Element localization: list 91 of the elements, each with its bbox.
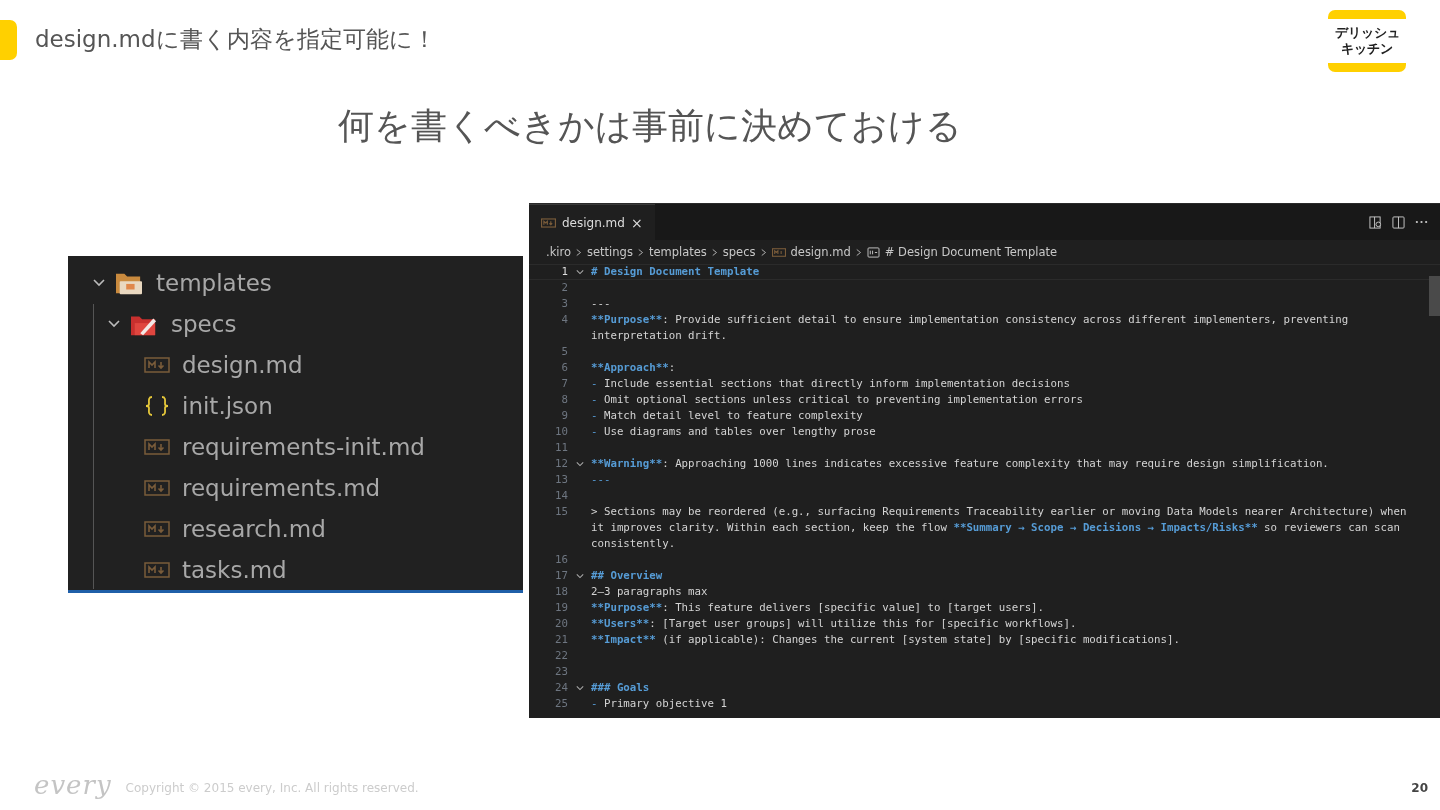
preview-icon[interactable]: [1369, 215, 1382, 229]
line-number: 14: [554, 488, 568, 505]
breadcrumb-item[interactable]: design.md: [790, 245, 851, 260]
tree-item[interactable]: specs: [171, 310, 237, 337]
code-line: 2–3 paragraphs max: [591, 584, 709, 601]
line-number: 2: [560, 280, 568, 297]
line-number: 12: [554, 456, 568, 473]
code-line: ---: [591, 472, 612, 489]
code-line: interpretation drift.: [591, 328, 728, 345]
line-number: 21: [554, 632, 568, 649]
heading-accent-bar: [0, 20, 17, 60]
line-number: 6: [560, 360, 568, 377]
breadcrumb-item[interactable]: # Design Document Template: [884, 245, 1058, 260]
line-number: 8: [560, 392, 568, 409]
line-number: 22: [554, 648, 568, 665]
editor-tab[interactable]: design.md ×: [529, 204, 655, 241]
line-number: 5: [560, 344, 568, 361]
code-line: - Use diagrams and tables over lengthy prose: [591, 424, 877, 441]
scrollbar-thumb[interactable]: [1429, 276, 1440, 317]
chevron-down-icon[interactable]: [575, 684, 584, 693]
split-editor-icon[interactable]: [1392, 215, 1405, 229]
code-line: > Sections may be reordered (e.g., surfacing Requirements Traceability earlier or moving Data Models nearer Architecture) when: [591, 504, 1408, 521]
slide-heading: design.mdに書く内容を指定可能に！: [35, 25, 437, 54]
line-number: 24: [554, 680, 568, 697]
tree-item[interactable]: design.md: [182, 351, 303, 378]
code-line: it improves clarity. Within each section, keep the flow **Summary → Scope → Decisions → Impacts/Risks** so reviewers can scan: [591, 520, 1401, 537]
braces-icon: [144, 394, 170, 417]
line-number: 15: [554, 504, 568, 521]
chevron-right-icon: [855, 247, 862, 257]
breadcrumb-item[interactable]: settings: [587, 245, 633, 260]
line-number: 7: [560, 376, 568, 393]
chevron-down-icon[interactable]: [575, 460, 584, 469]
breadcrumb-item[interactable]: specs: [722, 245, 756, 260]
markdown-icon: [144, 479, 170, 496]
code-line: - Omit optional sections unless critical to preventing implementation errors: [591, 392, 1084, 409]
markdown-icon: [144, 520, 170, 537]
code-line: - Include essential sections that directly inform implementation decisions: [591, 376, 1071, 393]
markdown-icon: [541, 217, 556, 228]
breadcrumb-item[interactable]: .kiro: [546, 245, 572, 260]
code-line: **Users**: [Target user groups] will utilize this for [specific workflows].: [591, 616, 1078, 633]
footer-logo: every: [34, 770, 112, 800]
chevron-right-icon: [711, 247, 718, 257]
tree-item[interactable]: requirements.md: [182, 474, 381, 501]
chevron-down-icon[interactable]: [575, 572, 584, 581]
markdown-icon: [771, 247, 786, 257]
close-button[interactable]: ×: [630, 214, 643, 231]
more-icon[interactable]: [1415, 220, 1428, 225]
line-number: 13: [554, 472, 568, 489]
page-number: 20: [1411, 781, 1428, 795]
tree-item[interactable]: templates: [156, 269, 272, 296]
code-line: **Impact** (if applicable): Changes the current [system state] by [specific modifications].: [591, 632, 1181, 649]
code-line: ## Overview: [591, 568, 664, 585]
line-number: 4: [560, 312, 568, 329]
line-number: 10: [554, 424, 568, 441]
line-number: 23: [554, 664, 568, 681]
tree-item[interactable]: tasks.md: [182, 556, 287, 583]
markdown-icon: [144, 438, 170, 455]
code-line: **Approach**:: [591, 360, 677, 377]
chevron-down-icon[interactable]: [575, 268, 584, 277]
code-line: ### Goals: [591, 680, 651, 697]
tree-item[interactable]: research.md: [182, 515, 326, 542]
chevron-right-icon: [760, 247, 767, 257]
code-line: ---: [591, 296, 612, 313]
markdown-icon: [144, 561, 170, 578]
line-number: 20: [554, 616, 568, 633]
line-number: 9: [560, 408, 568, 425]
chevron-right-icon: [637, 247, 644, 257]
slide-subtitle: 何を書くべきかは事前に決めておける: [337, 104, 963, 148]
line-number: 11: [554, 440, 568, 457]
code-line: - Primary objective 1: [591, 696, 728, 713]
tree-item[interactable]: requirements-init.md: [182, 433, 425, 460]
markdown-icon: [144, 356, 170, 373]
code-line: - Match detail level to feature complexity: [591, 408, 864, 425]
line-number: 17: [554, 568, 568, 585]
code-line: **Purpose**: This feature delivers [specific value] to [target users].: [591, 600, 1046, 617]
tree-item[interactable]: init.json: [182, 392, 273, 419]
line-number: 19: [554, 600, 568, 617]
line-number: 25: [554, 696, 568, 713]
code-line: **Warning**: Approaching 1000 lines indicates excessive feature complexity that may require design simplification.: [591, 456, 1330, 473]
line-number: 16: [554, 552, 568, 569]
line-number: 18: [554, 584, 568, 601]
brand-logo: デリッシュ キッチン: [1328, 10, 1406, 72]
code-line: # Design Document Template: [591, 264, 761, 281]
tab-label[interactable]: design.md: [562, 215, 625, 230]
line-number: 1: [560, 264, 568, 281]
code-line: consistently.: [591, 536, 677, 553]
line-number: 3: [560, 296, 568, 313]
symbol-icon: [866, 246, 880, 258]
breadcrumb-item[interactable]: templates: [648, 245, 707, 260]
chevron-right-icon: [576, 247, 583, 257]
code-line: **Purpose**: Provide sufficient detail to ensure implementation consistency across different implementers, preventing: [591, 312, 1350, 329]
